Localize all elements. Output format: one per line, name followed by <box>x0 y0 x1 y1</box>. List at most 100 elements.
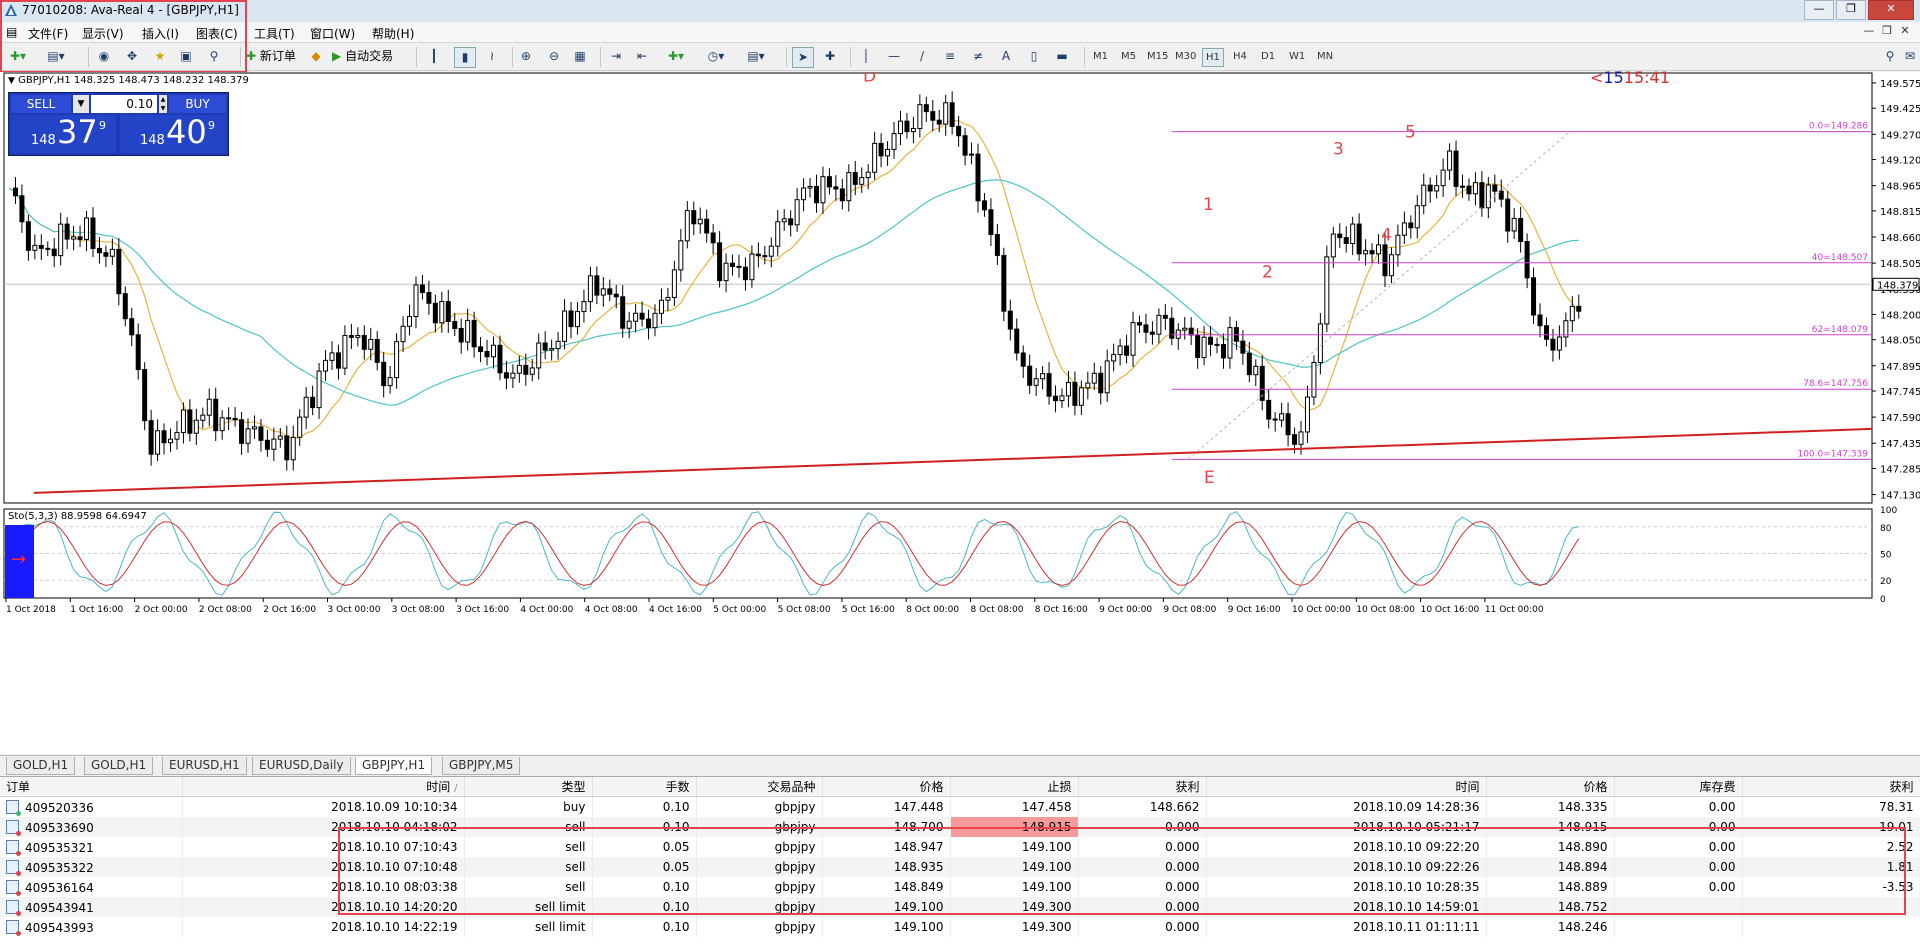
table-cell: 147.448 <box>822 796 951 817</box>
equidistant-channel-icon[interactable]: ≡ <box>940 47 960 66</box>
table-row[interactable]: 409543993 2018.10.10 14:22:19 sell limit 0.… <box>0 917 1920 937</box>
candle-body <box>1304 396 1310 433</box>
text-label-icon[interactable]: ▯ <box>1024 47 1044 66</box>
buy-button[interactable]: BUY <box>169 95 226 113</box>
menu-tools[interactable]: 工具(T) <box>254 25 295 42</box>
buy-price[interactable]: 148 40 9 <box>120 113 226 153</box>
col-type[interactable]: 类型 <box>464 777 593 797</box>
child-close-icon[interactable]: ✕ <box>1896 24 1914 40</box>
tab-gbpjpy-h1[interactable]: GBPJPY,H1 <box>355 757 433 775</box>
table-cell: 2018.10.10 14:22:19 <box>182 917 465 937</box>
chart-window[interactable]: 0.0=149.286 40=148.507 62=148.079 78.6=147.… <box>0 66 1920 754</box>
auto-trading-button[interactable]: ▶ 自动交易 <box>332 47 393 66</box>
tab-gbpjpy-m5[interactable]: GBPJPY,M5 <box>442 757 521 775</box>
lot-dropdown[interactable]: ▼ <box>73 95 89 113</box>
menu-window[interactable]: 窗口(W) <box>310 25 355 42</box>
metaeditor-icon[interactable]: ◆ <box>306 47 326 66</box>
price-chart[interactable]: 0.0=149.286 40=148.507 62=148.079 78.6=147.… <box>0 66 1920 754</box>
time-axis-label: 8 Oct 16:00 <box>1035 605 1088 615</box>
order-icon <box>6 819 21 836</box>
candlestick-icon[interactable]: ▮ <box>454 47 476 68</box>
timeframe-d1[interactable]: D1 <box>1258 48 1278 65</box>
candle-body <box>1543 325 1549 340</box>
vertical-line-icon[interactable]: │ <box>856 47 876 66</box>
tile-windows-icon[interactable]: ▦ <box>570 47 590 66</box>
col-swap[interactable]: 库存费 <box>1614 777 1743 797</box>
table-row[interactable]: 409520336 2018.10.09 10:10:34 buy 0.10 gbpjp… <box>0 796 1920 817</box>
col-close-time[interactable]: 时间 <box>1206 777 1487 797</box>
candle-body <box>1395 234 1401 256</box>
sell-price[interactable]: 148 37 9 <box>11 113 116 153</box>
tab-gold-h1-1[interactable]: GOLD,H1 <box>6 757 76 775</box>
candle-body <box>872 142 878 173</box>
tab-gold-h1-2[interactable]: GOLD,H1 <box>84 757 154 775</box>
candle-body <box>25 221 31 251</box>
templates-icon[interactable]: ▤▾ <box>746 47 766 66</box>
table-cell: 149.300 <box>950 917 1079 937</box>
zoom-in-icon[interactable]: ⊕ <box>516 47 536 66</box>
tab-eurusd-h1[interactable]: EURUSD,H1 <box>162 757 247 775</box>
restore-button[interactable]: ❐ <box>1836 0 1866 20</box>
timeframe-h4[interactable]: H4 <box>1230 48 1250 65</box>
close-button[interactable]: ✕ <box>1868 0 1914 20</box>
arrows-icon[interactable]: ▬ <box>1052 47 1072 66</box>
timeframe-h1[interactable]: H1 <box>1202 48 1224 67</box>
candle-body <box>897 120 903 135</box>
candle-body <box>1007 310 1013 330</box>
timeframe-mn[interactable]: MN <box>1314 48 1336 65</box>
fibonacci-icon[interactable]: ≠ <box>968 47 988 66</box>
timeframe-w1[interactable]: W1 <box>1286 48 1308 65</box>
col-open-time[interactable]: 时间 / <box>182 777 465 797</box>
col-profit[interactable]: 获利 <box>1742 777 1920 797</box>
candle-body <box>574 311 580 328</box>
search-icon[interactable]: ⚲ <box>1880 47 1900 66</box>
crosshair-icon[interactable]: ✚ <box>820 47 840 66</box>
bar-chart-icon[interactable]: ┃ <box>424 47 444 66</box>
trendline-icon[interactable]: ∕ <box>912 47 932 66</box>
col-symbol[interactable]: 交易品种 <box>696 777 823 797</box>
time-axis-label: 4 Oct 16:00 <box>649 605 702 615</box>
col-take-profit[interactable]: 获利 <box>1078 777 1207 797</box>
child-restore-icon[interactable]: ❐ <box>1878 24 1896 40</box>
col-stop-loss[interactable]: 止损 <box>950 777 1079 797</box>
sell-button[interactable]: SELL <box>11 95 71 113</box>
zoom-out-icon[interactable]: ⊖ <box>544 47 564 66</box>
candle-body <box>394 341 400 379</box>
wave-label: 3 <box>1333 139 1344 159</box>
chat-icon[interactable]: ✉ <box>1900 47 1920 66</box>
candle-body <box>781 218 787 223</box>
menu-help[interactable]: 帮助(H) <box>372 25 414 42</box>
stoch-axis-label: 0 <box>1880 595 1886 605</box>
cursor-icon[interactable]: ➤ <box>792 47 814 68</box>
table-cell: buy <box>464 796 593 817</box>
col-price[interactable]: 价格 <box>822 777 951 797</box>
candle-body <box>1414 205 1420 229</box>
candle-body <box>361 335 367 350</box>
minimize-button[interactable]: — <box>1804 0 1834 20</box>
col-order[interactable]: 订单 <box>0 777 183 797</box>
child-minimize-icon[interactable]: — <box>1860 24 1878 40</box>
chart-shift-icon[interactable]: ⇥ <box>606 47 626 66</box>
candle-body <box>323 359 329 372</box>
timeframe-m15[interactable]: M15 <box>1144 48 1171 65</box>
col-lots[interactable]: 手数 <box>592 777 697 797</box>
timeframe-m1[interactable]: M1 <box>1090 48 1111 65</box>
lot-input[interactable]: 0.10 <box>91 95 157 113</box>
autoscroll-icon[interactable]: ⇤ <box>632 47 652 66</box>
candle-body <box>342 335 348 369</box>
tab-eurusd-daily[interactable]: EURUSD,Daily <box>252 757 351 775</box>
candle-body <box>400 325 406 343</box>
candle-body <box>814 185 819 204</box>
candle-body <box>329 352 335 361</box>
horizontal-line-icon[interactable]: — <box>884 47 904 66</box>
indicators-icon[interactable]: ✚▾ <box>666 47 686 66</box>
timeframe-m30[interactable]: M30 <box>1172 48 1199 65</box>
lot-stepper[interactable]: ▲ ▼ <box>159 95 167 113</box>
new-order-button[interactable]: ✚ 新订单 <box>246 47 296 66</box>
chart-side-marker[interactable]: → <box>5 525 34 598</box>
periods-icon[interactable]: ◷▾ <box>706 47 726 66</box>
col-close-price[interactable]: 价格 <box>1486 777 1615 797</box>
timeframe-m5[interactable]: M5 <box>1118 48 1139 65</box>
text-tool-icon[interactable]: A <box>996 47 1016 66</box>
line-chart-icon[interactable]: ≀ <box>482 47 502 66</box>
